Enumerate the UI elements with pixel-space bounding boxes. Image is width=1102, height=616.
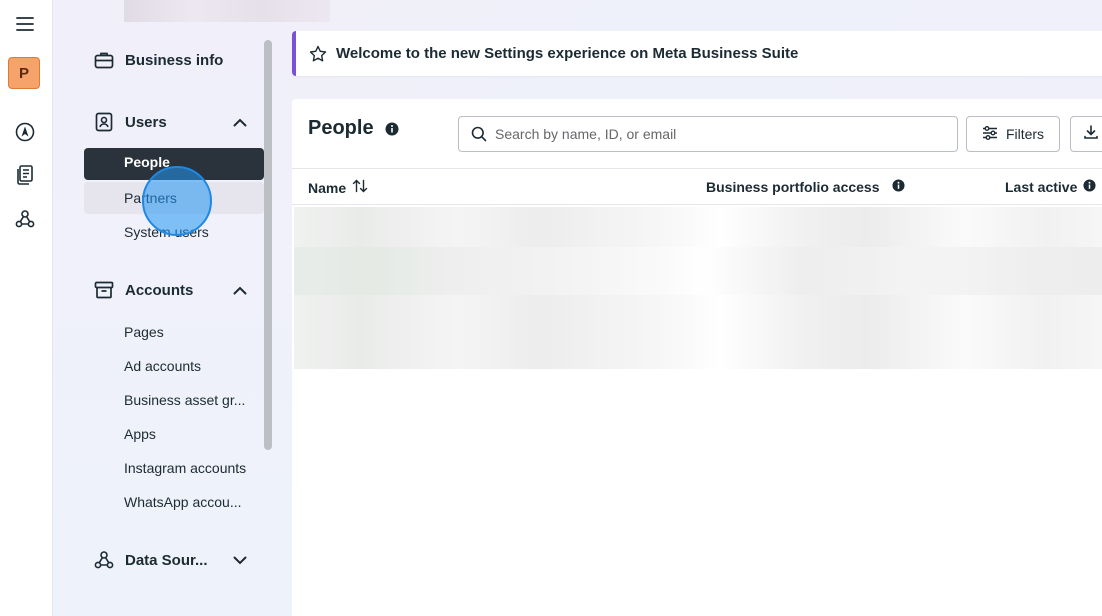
page-title: People: [308, 117, 374, 139]
sidebar-section-data-sources[interactable]: Data Sour...: [93, 548, 208, 572]
click-indicator: [142, 166, 212, 236]
people-panel: People Filters Name Business portfolio a…: [292, 99, 1102, 616]
search-input[interactable]: [495, 126, 935, 142]
chevron-up-icon[interactable]: [232, 282, 248, 298]
sidebar-item-pages[interactable]: Pages: [124, 322, 164, 342]
info-icon[interactable]: [891, 179, 905, 195]
document-list-icon[interactable]: [14, 164, 36, 186]
sidebar-item-business-asset-groups[interactable]: Business asset gr...: [124, 390, 245, 410]
chevron-up-icon[interactable]: [232, 114, 248, 130]
star-icon[interactable]: [308, 44, 328, 64]
column-last-active[interactable]: Last active: [1005, 179, 1096, 195]
chevron-down-icon[interactable]: [232, 552, 248, 568]
sidebar-section-accounts[interactable]: Accounts: [93, 278, 193, 302]
sidebar-section-users[interactable]: Users: [93, 110, 167, 134]
search-icon: [471, 126, 487, 142]
archive-box-icon: [93, 279, 115, 301]
banner-text: Welcome to the new Settings experience o…: [336, 45, 799, 62]
column-business-portfolio-access[interactable]: Business portfolio access: [706, 179, 905, 195]
download-button[interactable]: [1070, 116, 1102, 152]
column-name[interactable]: Name: [308, 179, 368, 196]
network-icon[interactable]: [14, 208, 36, 230]
search-field[interactable]: [458, 116, 958, 152]
sidebar-item-business-info[interactable]: Business info: [93, 48, 223, 72]
redacted-table-rows: [294, 207, 1102, 369]
sidebar-item-apps[interactable]: Apps: [124, 424, 156, 444]
menu-icon[interactable]: [14, 13, 36, 35]
left-rail: P: [0, 0, 53, 616]
table-header: Name Business portfolio access Last acti…: [292, 168, 1102, 205]
filters-button[interactable]: Filters: [966, 116, 1060, 152]
sidebar-scrollbar[interactable]: [264, 40, 272, 450]
briefcase-icon: [93, 49, 115, 71]
info-icon[interactable]: [1083, 179, 1096, 195]
sliders-icon: [982, 125, 998, 143]
compass-icon[interactable]: [14, 121, 36, 143]
download-icon: [1083, 124, 1099, 145]
business-avatar[interactable]: P: [8, 57, 40, 89]
id-badge-icon: [93, 111, 115, 133]
sidebar-item-instagram-accounts[interactable]: Instagram accounts: [124, 458, 246, 478]
settings-sidebar: [53, 0, 292, 616]
welcome-banner: Welcome to the new Settings experience o…: [292, 31, 1102, 76]
sidebar-item-ad-accounts[interactable]: Ad accounts: [124, 356, 201, 376]
redacted-business-name: [124, 0, 330, 22]
sort-icon[interactable]: [352, 179, 368, 196]
sidebar-item-whatsapp-accounts[interactable]: WhatsApp accou...: [124, 492, 242, 512]
data-sources-icon: [93, 549, 115, 571]
info-icon[interactable]: [385, 122, 399, 136]
